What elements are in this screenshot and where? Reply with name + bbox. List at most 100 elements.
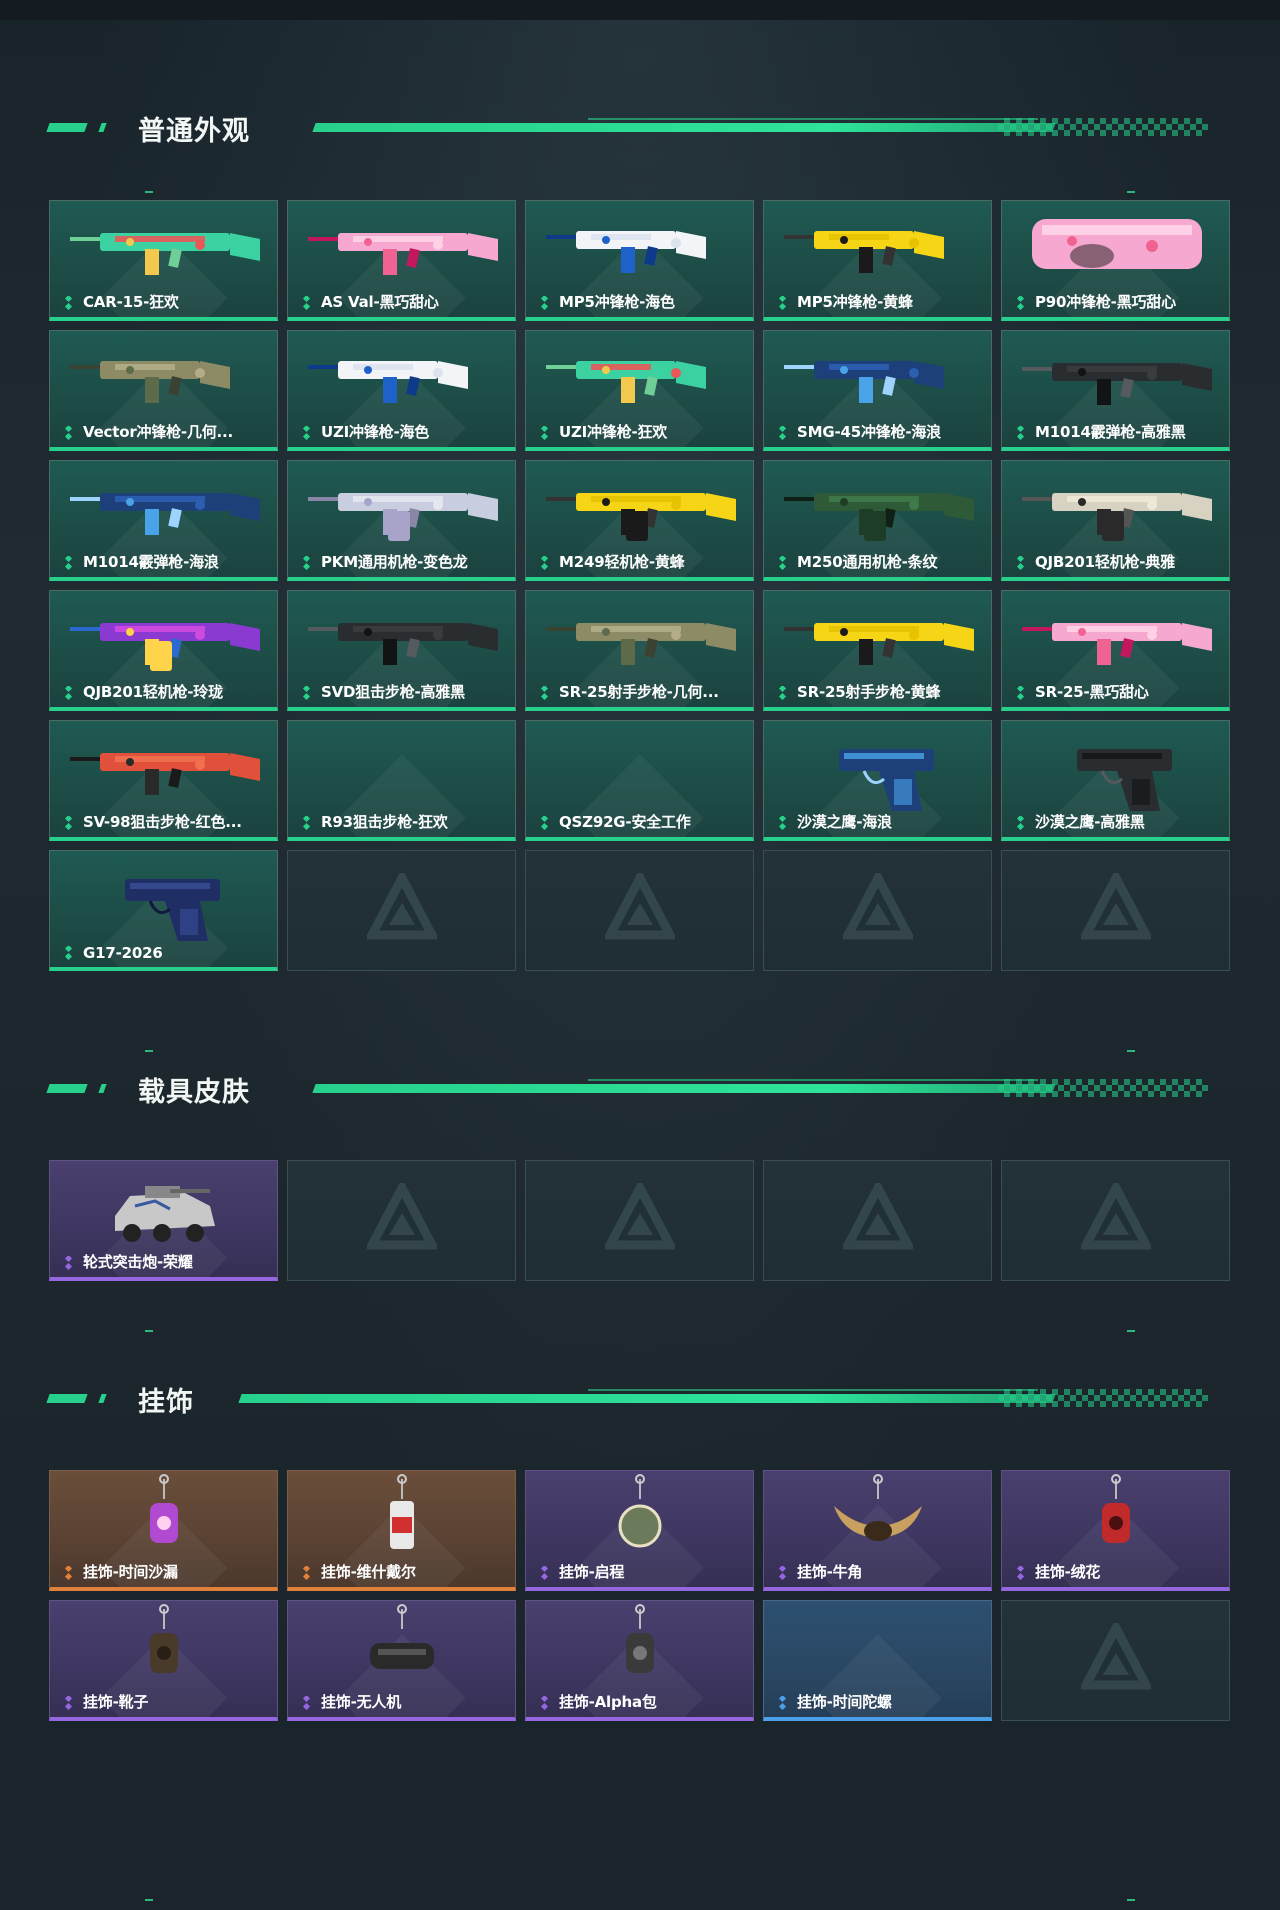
game-logo-icon — [604, 873, 675, 940]
item-card[interactable]: MP5冲锋枪-海色 — [525, 200, 754, 321]
game-logo-icon — [1080, 873, 1151, 940]
shotgun-wave-icon — [70, 493, 260, 535]
item-label: 挂饰-无人机 — [321, 1693, 402, 1711]
rarity-diamond-icon — [64, 296, 73, 310]
weapon-shape — [1022, 363, 1212, 405]
item-card[interactable]: SR-25射手步枪-几何... — [525, 590, 754, 711]
rarity-diamond-icon — [64, 1566, 73, 1580]
game-logo-icon — [842, 1183, 913, 1250]
charm-shape — [618, 1474, 662, 1548]
weapon-shape — [115, 1186, 215, 1242]
weapon-shape — [70, 623, 260, 671]
item-label: 挂饰-绒花 — [1035, 1563, 1101, 1581]
item-card[interactable]: 挂饰-牛角 — [763, 1470, 992, 1591]
header-dash — [98, 123, 107, 132]
rarity-diamond-icon — [302, 426, 311, 440]
mg-purple-icon — [70, 623, 260, 671]
sniper-red-icon — [70, 753, 260, 795]
item-card[interactable]: Vector冲锋枪-几何... — [49, 330, 278, 451]
smg-pink-icon — [1032, 219, 1202, 269]
charm-bottle-icon — [390, 1474, 414, 1549]
item-card[interactable]: SMG-45冲锋枪-海浪 — [763, 330, 992, 451]
charm-shape — [1102, 1474, 1130, 1543]
normal-skins-grid: CAR-15-狂欢 AS Val-黑巧甜心 MP5冲锋枪-海色 MP5冲锋枪-黄蜂 P9… — [49, 200, 1230, 971]
charm-drone-icon — [370, 1604, 434, 1669]
weapon-shape — [70, 493, 260, 535]
item-card[interactable]: SR-25射手步枪-黄蜂 — [763, 590, 992, 711]
item-card[interactable]: MP5冲锋枪-黄蜂 — [763, 200, 992, 321]
pistol-black-icon — [1077, 749, 1172, 811]
rarity-diamond-icon — [778, 556, 787, 570]
rifle-pink-icon — [1022, 623, 1212, 665]
item-card[interactable]: M250通用机枪-条纹 — [763, 460, 992, 581]
rarity-diamond-icon — [64, 556, 73, 570]
item-label: P90冲锋枪-黑巧甜心 — [1035, 293, 1176, 311]
corner-tick — [1127, 191, 1135, 193]
item-card[interactable]: 挂饰-Alpha包 — [525, 1600, 754, 1721]
item-card[interactable]: AS Val-黑巧甜心 — [287, 200, 516, 321]
pistol-navy-icon — [125, 879, 220, 941]
vehicle-skins-grid: 轮式突击炮-荣耀 — [49, 1160, 1230, 1281]
item-label: SVD狙击步枪-高雅黑 — [321, 683, 465, 701]
section-title: 普通外观 — [138, 116, 250, 147]
item-label: PKM通用机枪-变色龙 — [321, 553, 468, 571]
item-label: MP5冲锋枪-海色 — [559, 293, 675, 311]
item-card[interactable]: 挂饰-维什戴尔 — [287, 1470, 516, 1591]
item-label: M249轻机枪-黄蜂 — [559, 553, 685, 571]
rarity-diamond-icon — [302, 296, 311, 310]
rarity-diamond-icon — [778, 816, 787, 830]
pistol-wave-icon — [839, 749, 934, 811]
item-card[interactable]: M1014霰弹枪-海浪 — [49, 460, 278, 581]
item-card[interactable]: 沙漠之鹰-高雅黑 — [1001, 720, 1230, 841]
game-logo-icon — [842, 873, 913, 940]
item-card[interactable]: 沙漠之鹰-海浪 — [763, 720, 992, 841]
header-dash — [46, 1084, 88, 1093]
item-card[interactable]: SR-25-黑巧甜心 — [1001, 590, 1230, 711]
item-card[interactable]: PKM通用机枪-变色龙 — [287, 460, 516, 581]
header-dash — [46, 1394, 88, 1403]
smg-white-blue-icon — [308, 361, 468, 403]
header-thin-line — [588, 118, 1038, 120]
item-label: G17-2026 — [83, 944, 163, 962]
rarity-diamond-icon — [540, 1696, 549, 1710]
item-card[interactable]: 挂饰-启程 — [525, 1470, 754, 1591]
weapon-shape — [546, 623, 736, 665]
item-label: 沙漠之鹰-海浪 — [797, 813, 892, 831]
item-card[interactable]: 挂饰-绒花 — [1001, 1470, 1230, 1591]
item-card[interactable]: R93狙击步枪-狂欢 — [287, 720, 516, 841]
item-card[interactable]: M249轻机枪-黄蜂 — [525, 460, 754, 581]
item-card[interactable]: CAR-15-狂欢 — [49, 200, 278, 321]
item-label: 挂饰-时间陀螺 — [797, 1693, 892, 1711]
item-card[interactable]: 挂饰-时间陀螺 — [763, 1600, 992, 1721]
item-card[interactable]: G17-2026 — [49, 850, 278, 971]
item-card[interactable]: 挂饰-靴子 — [49, 1600, 278, 1721]
mg-yellow-icon — [546, 493, 736, 541]
item-label: M250通用机枪-条纹 — [797, 553, 938, 571]
rarity-diamond-icon — [64, 1696, 73, 1710]
item-card[interactable]: 挂饰-无人机 — [287, 1600, 516, 1721]
item-label: SV-98狙击步枪-红色... — [83, 813, 242, 831]
smg-carnival-icon — [546, 361, 706, 403]
header-dash — [98, 1394, 107, 1403]
item-label: R93狙击步枪-狂欢 — [321, 813, 448, 831]
header-checker-pattern — [998, 1389, 1208, 1407]
item-card[interactable]: QJB201轻机枪-玲珑 — [49, 590, 278, 711]
item-card[interactable]: 轮式突击炮-荣耀 — [49, 1160, 278, 1281]
item-card[interactable]: QSZ92G-安全工作 — [525, 720, 754, 841]
item-card[interactable]: P90冲锋枪-黑巧甜心 — [1001, 200, 1230, 321]
item-card[interactable]: SV-98狙击步枪-红色... — [49, 720, 278, 841]
item-card[interactable]: SVD狙击步枪-高雅黑 — [287, 590, 516, 711]
sniper-black-icon — [308, 623, 498, 665]
mg-elegant-icon — [1022, 493, 1212, 541]
item-card[interactable]: M1014霰弹枪-高雅黑 — [1001, 330, 1230, 451]
item-card[interactable]: QJB201轻机枪-典雅 — [1001, 460, 1230, 581]
item-card[interactable]: 挂饰-时间沙漏 — [49, 1470, 278, 1591]
item-card[interactable]: UZI冲锋枪-狂欢 — [525, 330, 754, 451]
mg-green-icon — [784, 493, 974, 541]
item-card[interactable]: UZI冲锋枪-海色 — [287, 330, 516, 451]
item-label: 挂饰-启程 — [559, 1563, 625, 1581]
empty-slot — [763, 1160, 992, 1281]
item-label: SR-25射手步枪-黄蜂 — [797, 683, 941, 701]
weapon-shape — [839, 749, 934, 811]
rarity-diamond-icon — [64, 946, 73, 960]
